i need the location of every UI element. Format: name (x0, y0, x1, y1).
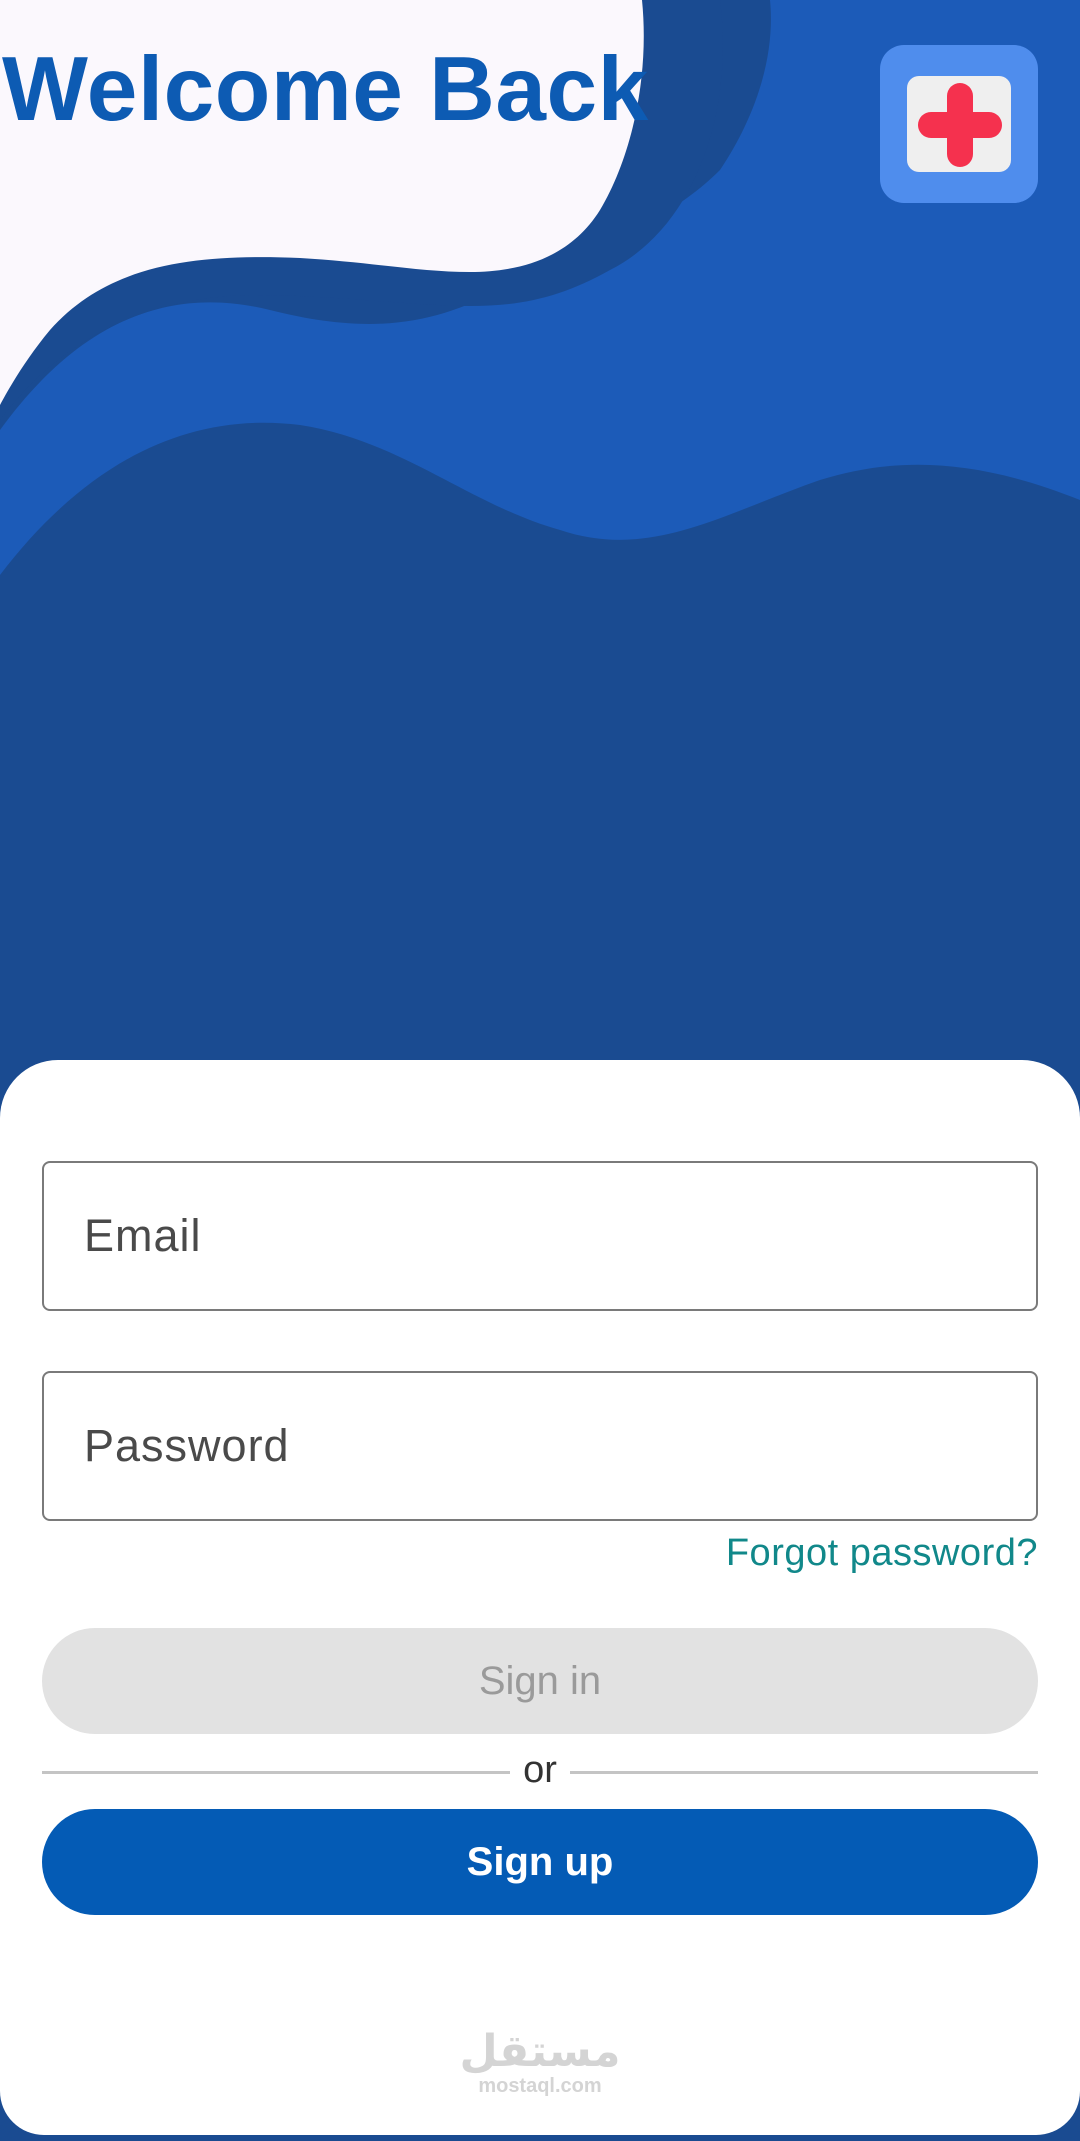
page-title: Welcome Back (2, 39, 649, 140)
sign-in-button[interactable]: Sign in (42, 1628, 1038, 1734)
divider-line-left (42, 1771, 510, 1774)
password-input[interactable] (44, 1373, 1036, 1519)
password-field[interactable] (42, 1371, 1038, 1521)
watermark-arabic: مستقل (459, 2026, 621, 2077)
divider-or-label: or (523, 1749, 557, 1791)
forgot-password-link[interactable]: Forgot password? (726, 1532, 1038, 1575)
email-input[interactable] (44, 1163, 1036, 1309)
watermark: مستقل mostaql.com (0, 2030, 1080, 2098)
medical-cross-icon (918, 83, 1002, 167)
divider-line-right (570, 1771, 1038, 1774)
login-screen: Welcome Back Forgot password? Sign in or… (0, 0, 1080, 2141)
app-logo (880, 45, 1038, 203)
login-card: Forgot password? Sign in or Sign up مستق… (0, 1060, 1080, 2135)
sign-up-button[interactable]: Sign up (42, 1809, 1038, 1915)
email-field[interactable] (42, 1161, 1038, 1311)
watermark-latin: mostaql.com (478, 2075, 602, 2097)
